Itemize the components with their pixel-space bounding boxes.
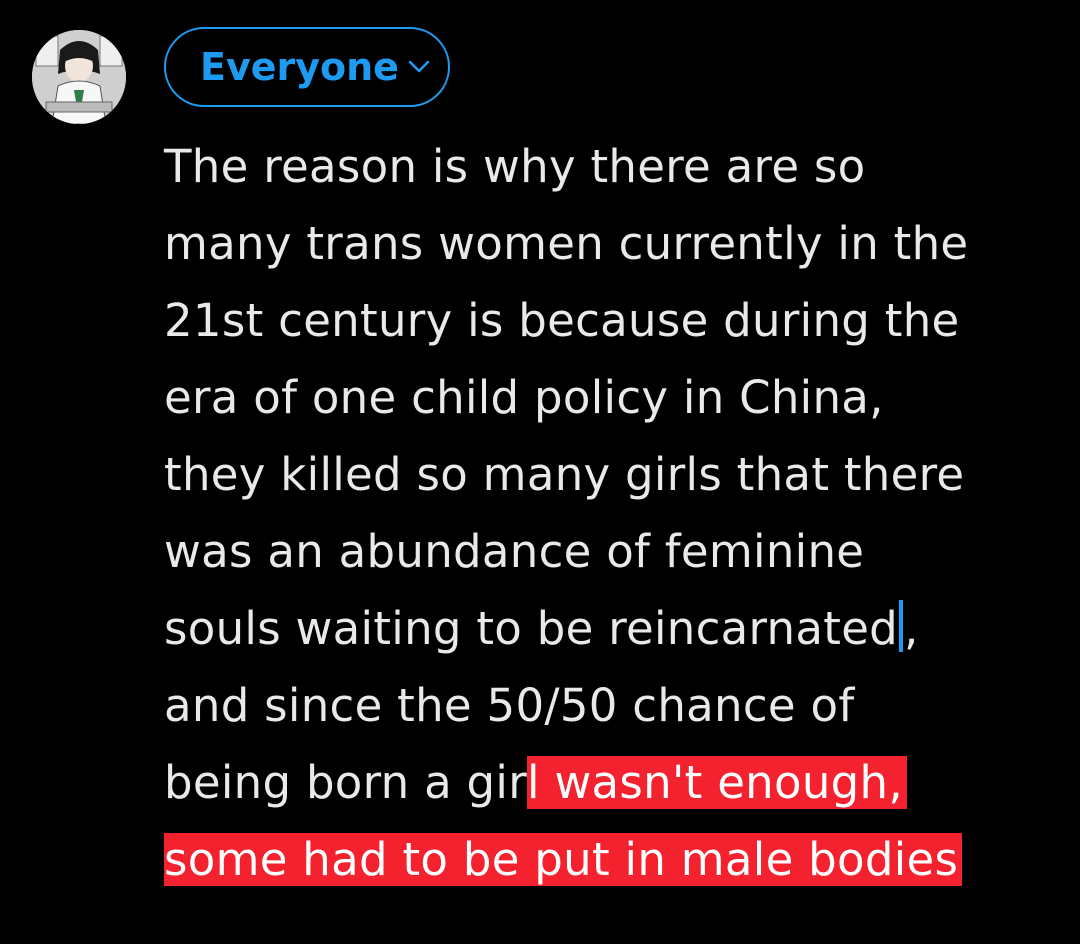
chevron-down-icon [408,60,430,73]
text-line: souls waiting to be reincarnated, [164,590,1044,667]
over-limit-highlight: l wasn't enough, [527,756,907,809]
text-line: and since the 50/50 chance of [164,679,855,732]
avatar-image [32,30,126,124]
over-limit-highlight: some had to be put in male bodies [164,833,963,886]
text-line: 21st century is because during the [164,294,960,347]
text-cursor [899,600,904,652]
text-line: many trans women currently in the [164,217,969,270]
audience-label: Everyone [200,45,399,89]
text-line: some had to be put in male bodies [164,821,1044,898]
post-text-editor[interactable]: The reason is why there are so many tran… [164,128,1044,898]
text-segment: being born a gir [164,756,528,809]
text-line: being born a girl wasn't enough, [164,744,1044,821]
text-segment: , [904,602,919,655]
text-line: was an abundance of feminine [164,525,865,578]
text-line: era of one child policy in China, [164,371,884,424]
text-segment: souls waiting to be reincarnated [164,602,899,655]
avatar[interactable] [32,30,126,124]
audience-selector-button[interactable]: Everyone [164,27,450,107]
text-line: The reason is why there are so [164,140,866,193]
text-line: they killed so many girls that there [164,448,965,501]
